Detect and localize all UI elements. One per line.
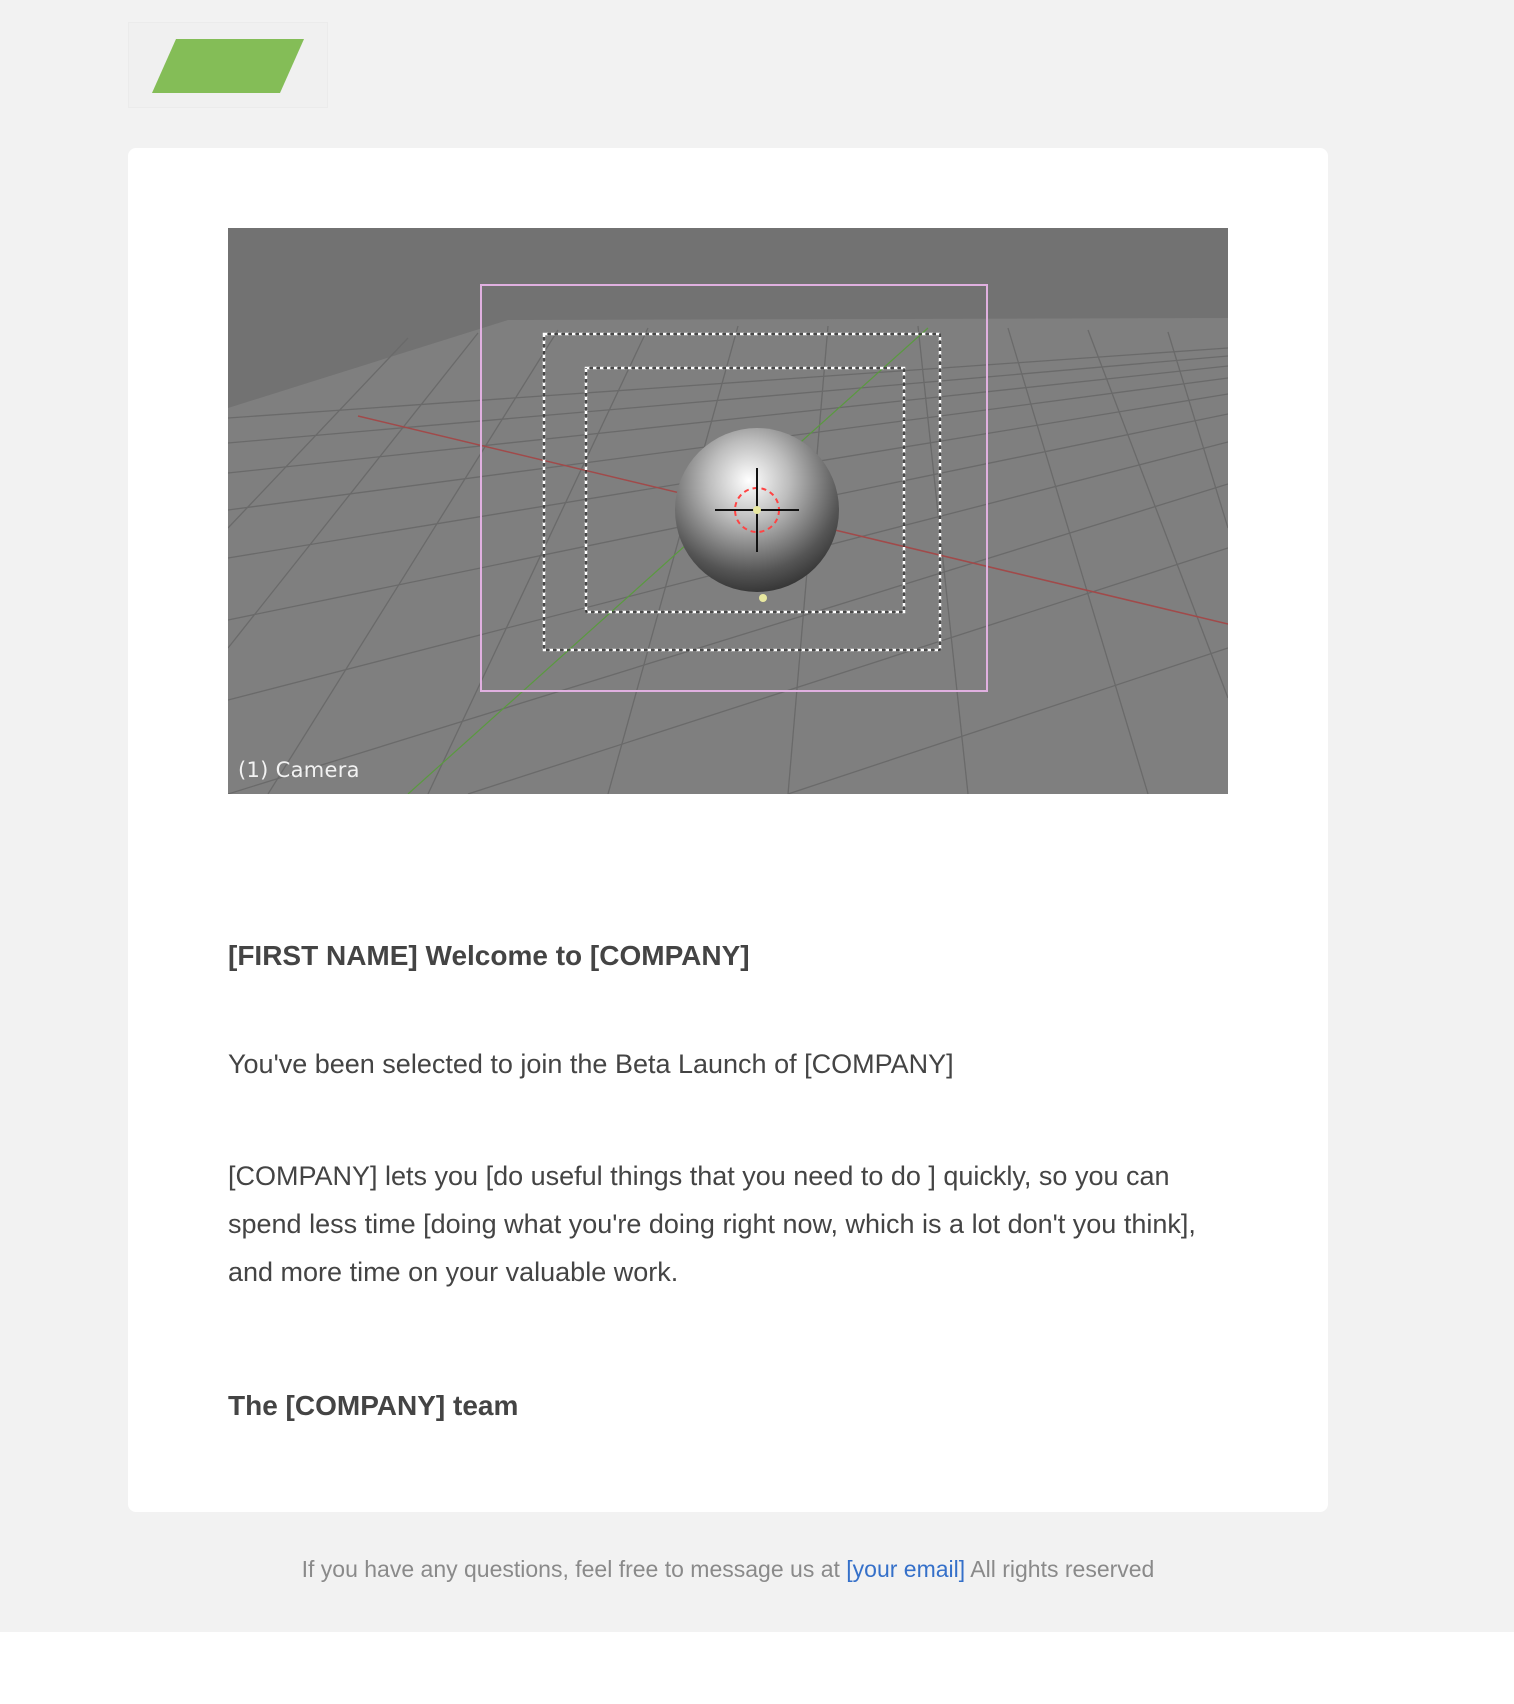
footer-text-before: If you have any questions, feel free to … xyxy=(301,1556,840,1582)
viewport-render-image xyxy=(228,228,1228,794)
signoff: The [COMPANY] team xyxy=(228,1390,519,1421)
intro-paragraph: You've been selected to join the Beta La… xyxy=(228,1049,954,1079)
body-paragraph: [COMPANY] lets you [do useful things tha… xyxy=(228,1161,1196,1287)
email-link[interactable]: [your email] xyxy=(846,1556,965,1582)
viewport-caption: (1) Camera xyxy=(238,758,360,782)
email-headline: [FIRST NAME] Welcome to [COMPANY] xyxy=(228,940,750,971)
email-card: (1) Camera [FIRST NAME] Welcome to [COMP… xyxy=(128,148,1328,1512)
hero-image: (1) Camera xyxy=(228,228,1228,794)
company-logo[interactable] xyxy=(128,22,328,108)
logo-parallelogram-icon xyxy=(152,39,304,93)
email-footer: If you have any questions, feel free to … xyxy=(0,1556,1456,1583)
footer-text-after: All rights reserved xyxy=(970,1556,1155,1582)
